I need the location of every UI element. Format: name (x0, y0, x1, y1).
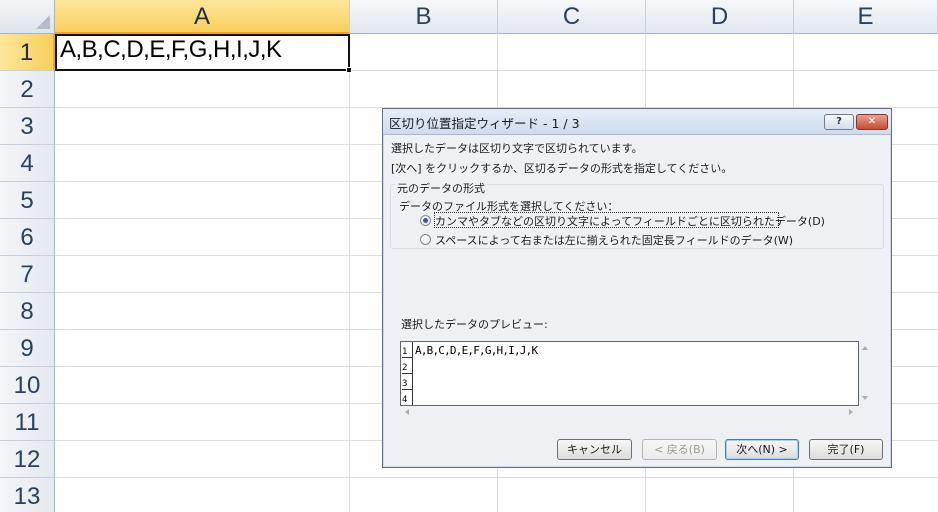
fixed-width-option-label[interactable]: スペースによって右または左に揃えられた固定長フィールドのデータ(W) (435, 232, 793, 248)
row-header-3[interactable]: 3 (0, 108, 55, 145)
row-header-7[interactable]: 7 (0, 256, 55, 293)
gridline (349, 34, 350, 512)
select-all-corner[interactable] (0, 0, 55, 34)
row-header-12[interactable]: 12 (0, 441, 55, 478)
column-header-b[interactable]: B (350, 0, 498, 34)
cancel-button[interactable]: キャンセル (557, 439, 632, 460)
delimited-option-label[interactable]: カンマやタブなどの区切り文字によってフィールドごとに区切られたデータ(D) (435, 213, 825, 229)
scroll-right-arrow-icon[interactable] (849, 409, 853, 415)
column-header-a[interactable]: A (55, 0, 350, 34)
dialog-title: 区切り位置指定ウィザード - 1 / 3 (389, 116, 580, 131)
preview-row-number: 1 (402, 342, 412, 358)
scroll-left-arrow-icon[interactable] (405, 409, 409, 415)
select-all-icon (36, 15, 50, 29)
column-header-d[interactable]: D (646, 0, 794, 34)
cell-a1-value: A,B,C,D,E,F,G,H,I,J,K (60, 36, 282, 63)
preview-row-number: 3 (402, 374, 412, 390)
text-to-columns-wizard-dialog: 区切り位置指定ウィザード - 1 / 3 ? ✕ 選択したデータは区切り文字で区… (382, 108, 892, 468)
row-header-6[interactable]: 6 (0, 219, 55, 256)
data-preview-box[interactable]: 1 2 3 4 A,B,C,D,E,F,G,H,I,J,K (400, 341, 859, 406)
close-button[interactable]: ✕ (856, 114, 888, 130)
scroll-down-arrow-icon[interactable] (862, 396, 868, 400)
row-header-13[interactable]: 13 (0, 478, 55, 512)
preview-data-line: A,B,C,D,E,F,G,H,I,J,K (415, 344, 538, 357)
dialog-title-bar[interactable]: 区切り位置指定ウィザード - 1 / 3 ? ✕ (383, 109, 891, 135)
row-header-5[interactable]: 5 (0, 182, 55, 219)
fill-handle[interactable] (346, 67, 352, 73)
row-header-4[interactable]: 4 (0, 145, 55, 182)
column-header-e[interactable]: E (794, 0, 938, 34)
preview-row-number-column: 1 2 3 4 (401, 342, 413, 405)
row-header-8[interactable]: 8 (0, 293, 55, 330)
preview-vertical-scrollbar[interactable] (860, 341, 871, 406)
description-line-2: [次へ] をクリックするか、区切るデータの形式を指定してください。 (391, 162, 733, 175)
row-header-1[interactable]: 1 (0, 34, 55, 71)
help-button[interactable]: ? (824, 114, 854, 130)
data-format-group-label: 元のデータの形式 (395, 180, 487, 196)
fixed-width-radio[interactable] (420, 234, 431, 245)
finish-button[interactable]: 完了(F) (809, 439, 883, 460)
description-line-1: 選択したデータは区切り文字で区切られています。 (391, 142, 643, 155)
column-header-c[interactable]: C (498, 0, 646, 34)
delimited-radio[interactable] (420, 215, 431, 226)
row-header-2[interactable]: 2 (0, 71, 55, 108)
back-button[interactable]: < 戻る(B) (642, 439, 717, 460)
row-header-10[interactable]: 10 (0, 367, 55, 404)
next-button[interactable]: 次へ(N) > (725, 439, 799, 460)
row-header-9[interactable]: 9 (0, 330, 55, 367)
row-header-11[interactable]: 11 (0, 404, 55, 441)
preview-row-number: 4 (402, 390, 412, 405)
preview-horizontal-scrollbar[interactable] (400, 407, 859, 418)
preview-label: 選択したデータのプレビュー: (401, 318, 548, 331)
scroll-up-arrow-icon[interactable] (862, 346, 868, 350)
preview-row-number: 2 (402, 358, 412, 374)
